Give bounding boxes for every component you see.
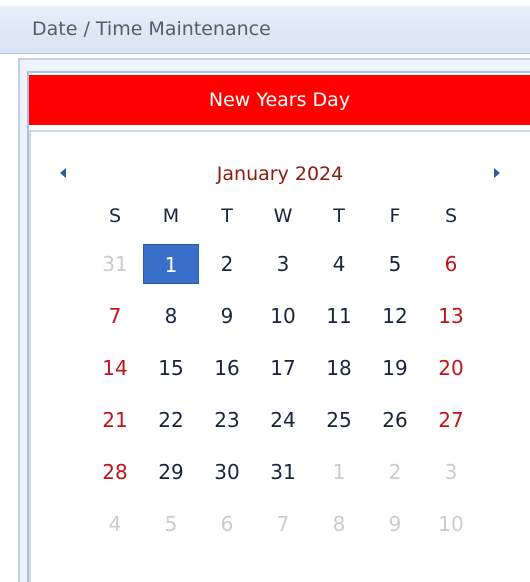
calendar-day[interactable]: 6 <box>423 244 479 284</box>
calendar-day[interactable]: 31 <box>87 244 143 284</box>
window-title: Date / Time Maintenance <box>32 18 271 40</box>
calendar-day[interactable]: 2 <box>367 452 423 492</box>
day-of-week-header: M <box>162 205 180 227</box>
calendar-day[interactable]: 18 <box>311 348 367 388</box>
calendar-day[interactable]: 30 <box>199 452 255 492</box>
calendar-day[interactable]: 31 <box>255 452 311 492</box>
holiday-banner: New Years Day <box>29 75 530 125</box>
calendar-day[interactable]: 4 <box>311 244 367 284</box>
calendar-day[interactable]: 19 <box>367 348 423 388</box>
calendar-day[interactable]: 24 <box>255 400 311 440</box>
day-of-week-header: S <box>108 205 122 227</box>
calendar-day[interactable]: 5 <box>367 244 423 284</box>
calendar-day[interactable]: 10 <box>255 296 311 336</box>
calendar-day[interactable]: 21 <box>87 400 143 440</box>
calendar-day[interactable]: 8 <box>311 504 367 544</box>
calendar-day[interactable]: 16 <box>199 348 255 388</box>
calendar-day[interactable]: 7 <box>255 504 311 544</box>
calendar-day[interactable]: 26 <box>367 400 423 440</box>
calendar-day[interactable]: 23 <box>199 400 255 440</box>
holiday-label: New Years Day <box>208 89 351 111</box>
calendar-day[interactable]: 25 <box>311 400 367 440</box>
calendar-day[interactable]: 10 <box>423 504 479 544</box>
day-of-week-header: W <box>273 205 293 227</box>
day-of-week-header: T <box>333 205 345 227</box>
triangle-right-icon[interactable] <box>494 168 500 178</box>
calendar-day[interactable]: 20 <box>423 348 479 388</box>
month-title: January 2024 <box>216 163 344 185</box>
calendar-day[interactable]: 1 <box>311 452 367 492</box>
calendar-day[interactable]: 27 <box>423 400 479 440</box>
calendar-day[interactable]: 13 <box>423 296 479 336</box>
day-of-week-header: F <box>389 205 401 227</box>
calendar-day[interactable]: 3 <box>255 244 311 284</box>
calendar-day[interactable]: 7 <box>87 296 143 336</box>
calendar-day[interactable]: 9 <box>199 296 255 336</box>
day-of-week-header: T <box>221 205 233 227</box>
calendar-day[interactable]: 2 <box>199 244 255 284</box>
calendar-day[interactable]: 17 <box>255 348 311 388</box>
calendar-day[interactable]: 15 <box>143 348 199 388</box>
calendar-day[interactable]: 9 <box>367 504 423 544</box>
calendar-day[interactable]: 14 <box>87 348 143 388</box>
calendar-day[interactable]: 11 <box>311 296 367 336</box>
calendar-day[interactable]: 29 <box>143 452 199 492</box>
calendar-day-selected[interactable]: 1 <box>143 244 199 284</box>
calendar-day[interactable]: 4 <box>87 504 143 544</box>
triangle-left-icon[interactable] <box>60 168 66 178</box>
calendar-day[interactable]: 22 <box>143 400 199 440</box>
calendar-day[interactable]: 3 <box>423 452 479 492</box>
title-bar: Date / Time Maintenance <box>0 6 530 54</box>
calendar-day[interactable]: 8 <box>143 296 199 336</box>
date-time-maintenance-window: Date / Time Maintenance New Years Day Ja… <box>0 0 530 582</box>
calendar-day[interactable]: 5 <box>143 504 199 544</box>
calendar-day[interactable]: 6 <box>199 504 255 544</box>
calendar-day[interactable]: 28 <box>87 452 143 492</box>
calendar-day[interactable]: 12 <box>367 296 423 336</box>
day-of-week-header: S <box>444 205 458 227</box>
